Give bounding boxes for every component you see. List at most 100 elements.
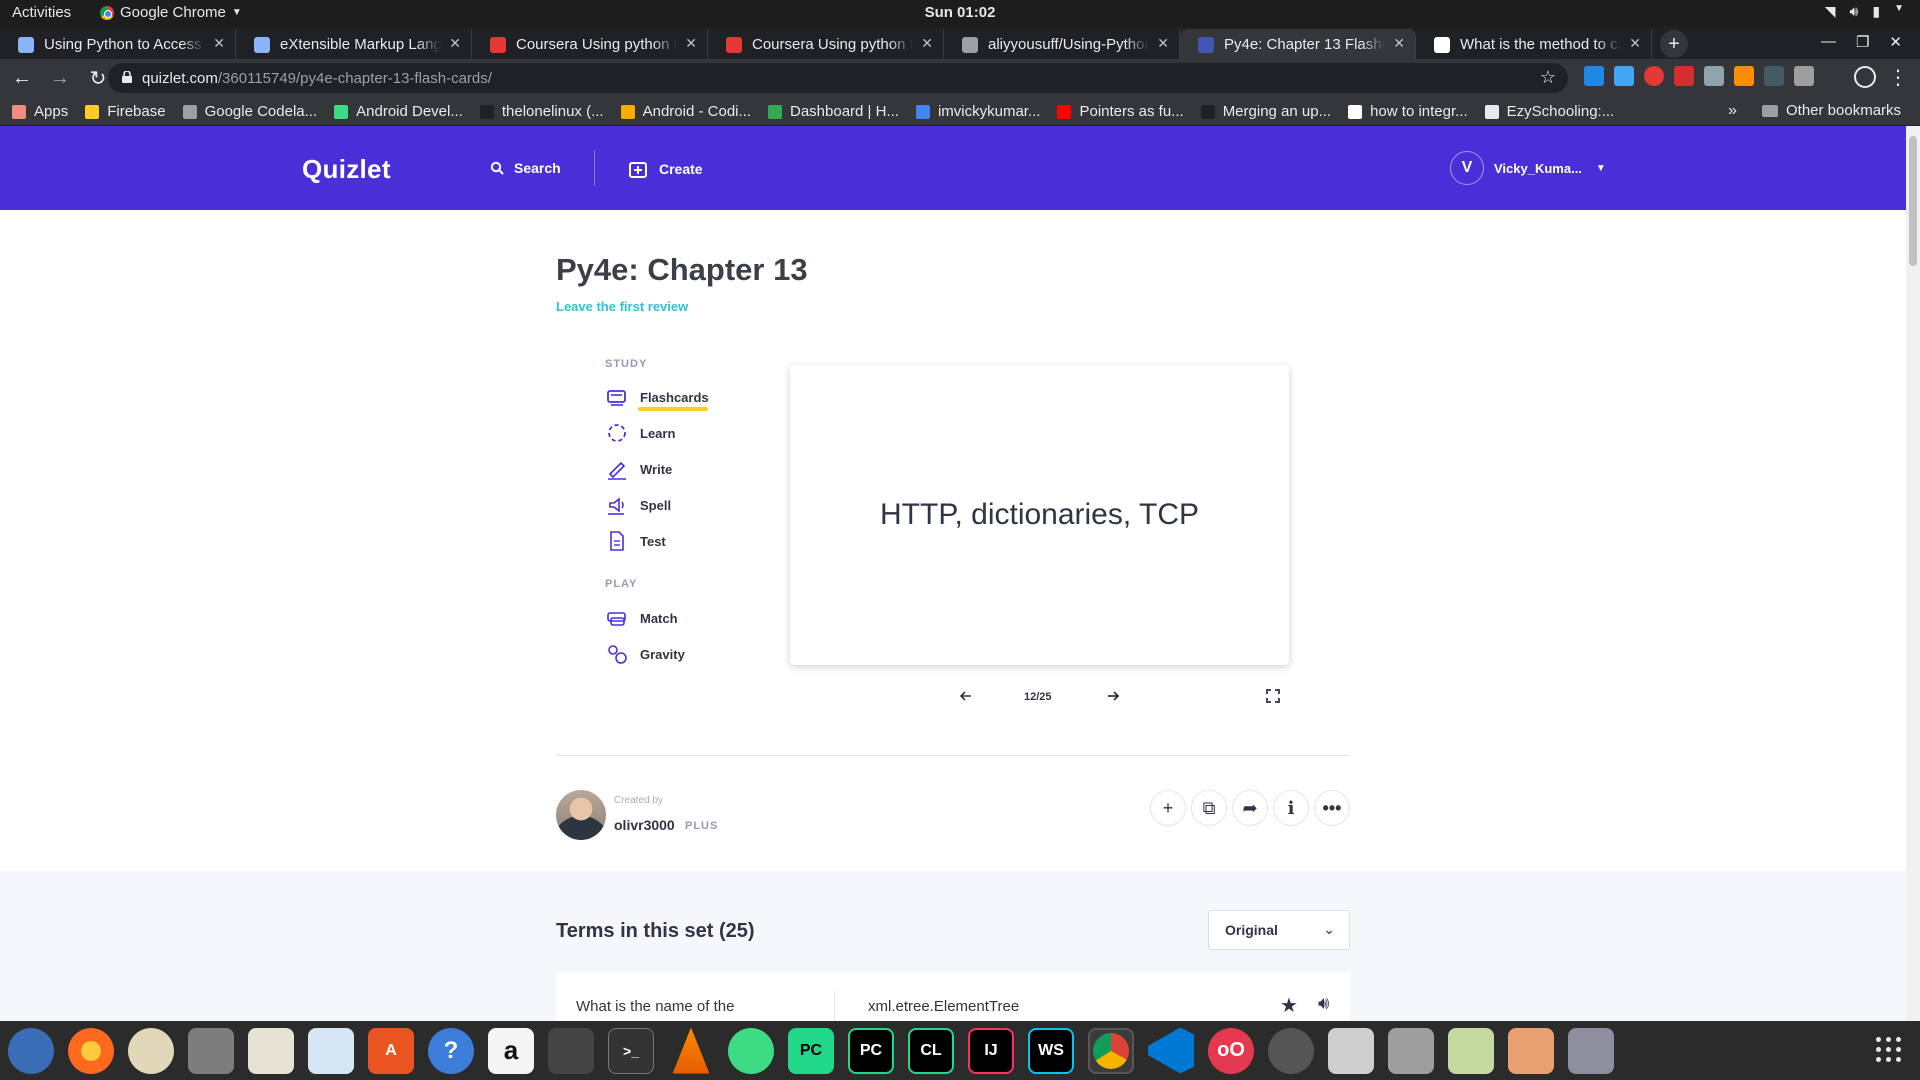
bookmark-item[interactable]: how to integr... xyxy=(1348,103,1468,120)
rhythmbox-icon[interactable] xyxy=(128,1027,174,1074)
browser-tab[interactable]: aliyyousuff/Using-Python ✕ xyxy=(944,29,1180,59)
mode-gravity[interactable]: Gravity xyxy=(606,643,685,665)
help-icon[interactable]: ? xyxy=(428,1027,474,1074)
browser-tab[interactable]: Coursera Using python to ✕ xyxy=(472,29,708,59)
leave-review-link[interactable]: Leave the first review xyxy=(556,299,688,314)
more-options-button[interactable]: ••• xyxy=(1314,790,1350,826)
scrollbar-thumb[interactable] xyxy=(1909,136,1917,266)
other-bookmarks[interactable]: Other bookmarks xyxy=(1762,102,1901,119)
color-picker-icon[interactable] xyxy=(1268,1027,1314,1074)
pycharm-icon[interactable]: PC xyxy=(848,1027,894,1074)
mode-match[interactable]: Match xyxy=(606,607,678,629)
vscode-icon[interactable] xyxy=(1148,1027,1194,1074)
firefox-icon[interactable] xyxy=(68,1027,114,1074)
browser-tab[interactable]: eXtensible Markup Langu ✕ xyxy=(236,29,472,59)
activities-button[interactable]: Activities xyxy=(12,4,71,21)
close-tab-icon[interactable]: ✕ xyxy=(921,35,933,52)
add-to-folder-button[interactable]: + xyxy=(1150,790,1186,826)
chrome-dock-icon[interactable] xyxy=(1088,1027,1134,1074)
next-card-button[interactable] xyxy=(1105,688,1121,709)
webstorm-icon[interactable]: WS xyxy=(1028,1027,1074,1074)
bookmark-item[interactable]: Pointers as fu... xyxy=(1057,103,1184,120)
pycharm-ce-icon[interactable]: PC xyxy=(788,1027,834,1074)
extension-icon[interactable] xyxy=(1704,66,1724,86)
bookmark-item[interactable]: Firebase xyxy=(85,103,166,120)
fullscreen-button[interactable] xyxy=(1265,688,1281,709)
extension-icon[interactable] xyxy=(1764,66,1784,86)
image-viewer-icon[interactable] xyxy=(1448,1027,1494,1074)
bookmark-item[interactable]: EzySchooling:... xyxy=(1484,103,1614,120)
text-editor-icon[interactable] xyxy=(248,1027,294,1074)
bookmark-item[interactable]: Google Codela... xyxy=(182,103,317,120)
screenshot-icon[interactable] xyxy=(1508,1027,1554,1074)
extension-icon[interactable] xyxy=(1734,66,1754,86)
create-button[interactable]: Create xyxy=(629,160,703,178)
info-button[interactable]: i xyxy=(1273,790,1309,826)
scanner-icon[interactable] xyxy=(1388,1027,1434,1074)
close-tab-icon[interactable]: ✕ xyxy=(1393,35,1405,52)
extension-icon[interactable] xyxy=(1644,66,1664,86)
user-menu[interactable]: V Vicky_Kuma... ▼ xyxy=(1450,151,1606,185)
extension-icon[interactable] xyxy=(1794,66,1814,86)
bookmark-star-icon[interactable]: ☆ xyxy=(1540,67,1556,88)
software-center-icon[interactable]: A xyxy=(368,1027,414,1074)
maximize-icon[interactable]: ❐ xyxy=(1856,33,1869,53)
mode-write[interactable]: Write xyxy=(606,458,672,480)
extension-icon[interactable] xyxy=(1674,66,1694,86)
copy-button[interactable]: ⧉ xyxy=(1191,790,1227,826)
bookmark-item[interactable]: thelonelinux (... xyxy=(479,103,604,120)
app-menu[interactable]: Google Chrome ▼ xyxy=(100,4,242,21)
bookmark-item[interactable]: Dashboard | H... xyxy=(768,103,899,120)
bookmark-item[interactable]: Merging an up... xyxy=(1200,103,1331,120)
audio-icon[interactable]: 🔊︎ xyxy=(1318,993,1329,1014)
close-tab-icon[interactable]: ✕ xyxy=(1157,35,1169,52)
browser-tab[interactable]: Using Python to Access W ✕ xyxy=(0,29,236,59)
mode-test[interactable]: Test xyxy=(606,530,666,552)
show-applications-icon[interactable] xyxy=(1876,1037,1902,1063)
flashcard[interactable]: HTTP, dictionaries, TCP xyxy=(790,365,1289,665)
search-button[interactable]: Search xyxy=(490,160,561,176)
extension-icon[interactable] xyxy=(1614,66,1634,86)
forward-icon[interactable]: → xyxy=(44,63,76,95)
writer-icon[interactable] xyxy=(308,1027,354,1074)
extension-icon[interactable] xyxy=(1584,66,1604,86)
printer-icon[interactable] xyxy=(1328,1027,1374,1074)
files-icon[interactable] xyxy=(188,1027,234,1074)
video-editor-icon[interactable] xyxy=(548,1027,594,1074)
android-studio-icon[interactable] xyxy=(728,1027,774,1074)
oo-icon[interactable]: oO xyxy=(1208,1027,1254,1074)
close-tab-icon[interactable]: ✕ xyxy=(449,35,461,52)
close-tab-icon[interactable]: ✕ xyxy=(685,35,697,52)
page-scrollbar[interactable] xyxy=(1906,126,1920,1021)
creator-name[interactable]: olivr3000 xyxy=(614,817,675,833)
share-button[interactable]: ➦ xyxy=(1232,790,1268,826)
prev-card-button[interactable] xyxy=(958,688,974,709)
sort-select[interactable]: Original ⌄ xyxy=(1208,910,1350,950)
browser-tab[interactable]: Coursera Using python to ✕ xyxy=(708,29,944,59)
close-window-icon[interactable]: ✕ xyxy=(1889,33,1902,53)
address-bar[interactable]: quizlet.com/360115749/py4e-chapter-13-fl… xyxy=(108,63,1568,93)
creator-avatar[interactable] xyxy=(556,790,606,840)
bookmark-item[interactable]: imvickykumar... xyxy=(915,103,1040,120)
browser-tab[interactable]: Py4e: Chapter 13 Flashcar ✕ xyxy=(1180,29,1416,59)
webcam-icon[interactable] xyxy=(1568,1027,1614,1074)
bookmark-item[interactable]: Android - Codi... xyxy=(620,103,751,120)
mode-spell[interactable]: Spell xyxy=(606,494,671,516)
quizlet-logo[interactable]: Quizlet xyxy=(302,154,391,185)
bookmark-item[interactable]: Apps xyxy=(12,103,68,120)
profile-icon[interactable] xyxy=(1854,66,1876,88)
mode-flashcards[interactable]: Flashcards xyxy=(606,386,709,408)
thunderbird-icon[interactable] xyxy=(8,1027,54,1074)
terminal-icon[interactable]: >_ xyxy=(608,1027,654,1074)
minimize-icon[interactable]: — xyxy=(1821,33,1836,53)
system-tray[interactable]: ◥ 🔊︎ ▮ ▼ xyxy=(1825,3,1904,20)
new-tab-button[interactable]: + xyxy=(1660,30,1688,58)
menu-kebab-icon[interactable]: ⋮ xyxy=(1888,65,1908,90)
intellij-icon[interactable]: IJ xyxy=(968,1027,1014,1074)
clock[interactable]: Sun 01:02 xyxy=(925,4,996,21)
star-icon[interactable]: ★ xyxy=(1280,993,1298,1018)
browser-tab[interactable]: What is the method to ca ✕ xyxy=(1416,29,1652,59)
back-icon[interactable]: ← xyxy=(6,63,38,95)
amazon-icon[interactable]: a xyxy=(488,1027,534,1074)
close-tab-icon[interactable]: ✕ xyxy=(213,35,225,52)
